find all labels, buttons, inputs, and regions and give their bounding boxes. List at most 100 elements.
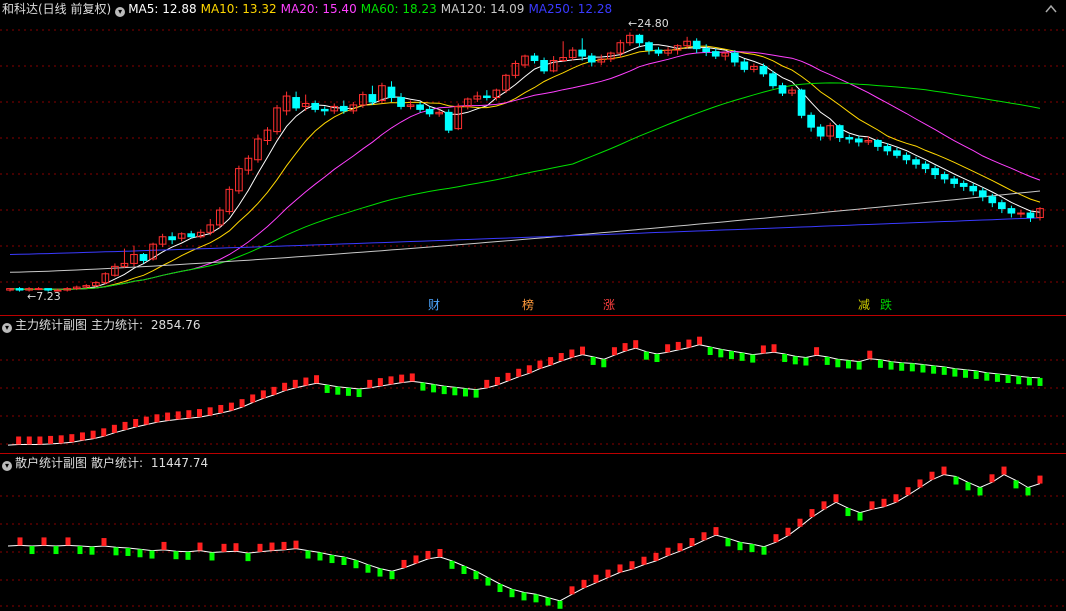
ma-label: MA250: 12.28 <box>528 2 613 16</box>
indicator-bar <box>473 389 479 398</box>
candle <box>940 171 949 184</box>
indicator-bar <box>101 428 107 437</box>
indicator-bar <box>473 571 479 580</box>
indicator-bar <box>792 356 798 365</box>
indicator-bar <box>545 597 551 606</box>
indicator-bar <box>697 336 703 345</box>
candle-body <box>893 150 901 156</box>
indicator-bar <box>718 349 724 358</box>
candle-body <box>816 126 825 137</box>
candle-body <box>921 163 930 170</box>
candle-body <box>950 178 959 184</box>
candle <box>797 88 806 119</box>
indicator-bar <box>973 370 979 379</box>
indicator-bar <box>149 550 155 559</box>
collapse-icon[interactable]: ▾ <box>2 323 12 333</box>
candle-body <box>1007 208 1016 214</box>
indicator-bar <box>413 555 419 564</box>
candle <box>540 57 548 74</box>
indicator-bar <box>728 351 734 360</box>
candle-body <box>139 254 148 261</box>
indicator-bar <box>65 537 71 546</box>
candle <box>492 88 501 101</box>
indicator-bar <box>365 564 371 573</box>
indicator-bar <box>401 559 407 568</box>
indicator-bar <box>654 354 660 363</box>
indicator-bar <box>797 518 803 527</box>
candle <box>1026 210 1035 222</box>
candle <box>559 41 567 62</box>
indicator-bar <box>175 411 181 420</box>
candle-body <box>187 233 196 238</box>
candle <box>387 81 396 102</box>
indicator-bar <box>605 569 611 578</box>
ma-line <box>9 50 1041 290</box>
sub2-title: 散户统计副图 <box>15 456 88 470</box>
ma-line <box>9 190 1041 273</box>
candle <box>177 232 186 242</box>
sub2-header: ▾ 散户统计副图 散户统计: 11447.74 <box>2 454 216 472</box>
indicator-bar <box>952 368 958 377</box>
indicator-bar <box>41 537 47 546</box>
ma-line <box>9 44 1041 291</box>
indicator-bar <box>867 350 873 359</box>
indicator-bar <box>526 365 532 374</box>
indicator-bar <box>494 376 500 385</box>
candle <box>1036 207 1044 221</box>
event-marker[interactable]: 涨 <box>603 298 615 312</box>
candle <box>998 199 1006 214</box>
indicator-bar <box>341 556 347 565</box>
candle-body <box>320 108 329 112</box>
low-price-label: ←7.23 <box>27 290 61 303</box>
candle <box>130 245 138 267</box>
event-marker[interactable]: 财 <box>428 298 440 312</box>
indicator-bar <box>814 347 820 356</box>
candle <box>187 230 196 239</box>
indicator-bar <box>389 571 395 580</box>
indicator-bar <box>557 600 563 609</box>
indicator-bar <box>675 341 681 350</box>
candle-body <box>702 48 711 53</box>
expand-icon[interactable] <box>1044 2 1058 16</box>
indicator-bar <box>665 547 671 556</box>
candle-body <box>940 174 949 180</box>
indicator-bar <box>994 373 1000 382</box>
indicator-bar <box>737 542 743 551</box>
candle <box>206 218 215 236</box>
indicator-bar <box>431 384 437 393</box>
indicator-bar <box>965 482 971 491</box>
indicator-bar <box>207 407 213 416</box>
moving-average-lines <box>9 44 1041 291</box>
indicator-bar <box>771 344 777 353</box>
indicator-bar <box>449 560 455 569</box>
ma-label: MA5: 12.88 <box>128 2 197 16</box>
indicator-bar <box>356 389 362 398</box>
indicator-bar <box>1001 466 1007 475</box>
candle <box>1007 205 1016 218</box>
indicator-bar <box>101 538 107 547</box>
ma-line <box>9 217 1041 255</box>
sub2-stat: 散户统计: 11447.74 <box>91 456 209 470</box>
indicator-bar <box>77 546 83 555</box>
indicator-bar <box>643 351 649 360</box>
ma-legend: MA5: 12.88 MA10: 13.32 MA20: 15.40 MA60: 18… <box>128 2 616 16</box>
candle <box>883 143 892 156</box>
collapse-icon[interactable]: ▾ <box>115 7 126 17</box>
indicator-bar <box>749 544 755 553</box>
ma-line <box>9 45 1041 290</box>
indicator-bar <box>929 471 935 480</box>
event-marker[interactable]: 跌 <box>880 298 892 312</box>
event-marker[interactable]: 减 <box>858 298 870 312</box>
candle <box>101 272 110 285</box>
indicator-bar <box>505 372 511 381</box>
collapse-icon[interactable]: ▾ <box>2 461 12 471</box>
candle <box>215 207 224 228</box>
ma-label: MA60: 18.23 <box>360 2 437 16</box>
candle-body <box>969 185 978 192</box>
candle <box>912 156 920 169</box>
event-marker[interactable]: 榜 <box>522 298 534 312</box>
candle <box>874 139 882 151</box>
indicator-bar <box>845 508 851 517</box>
candle-body <box>645 42 653 51</box>
indicator-bar <box>29 546 35 555</box>
